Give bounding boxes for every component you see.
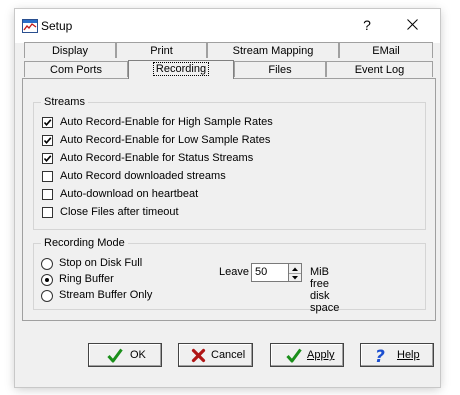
checkbox-label: Auto Record-Enable for Status Streams bbox=[60, 152, 254, 164]
checkbox-box[interactable] bbox=[42, 117, 53, 128]
cancel-button-label: Cancel bbox=[211, 349, 246, 361]
checkbox-box[interactable] bbox=[42, 171, 53, 182]
window-title: Setup bbox=[41, 19, 73, 33]
streams-group-label: Streams bbox=[41, 96, 88, 108]
tab-display[interactable]: Display bbox=[24, 42, 116, 58]
radio-label: Stream Buffer Only bbox=[59, 289, 153, 301]
checkbox-box[interactable] bbox=[42, 189, 53, 200]
leave-label: Leave bbox=[219, 266, 249, 278]
help-button[interactable]: ? Help bbox=[360, 343, 434, 367]
checkmark-icon bbox=[43, 137, 52, 145]
radio-circle[interactable] bbox=[41, 274, 53, 286]
checkbox-box[interactable] bbox=[42, 153, 53, 164]
free-space-spinner[interactable] bbox=[289, 263, 302, 282]
tab-recording-label: Recording bbox=[152, 62, 210, 76]
radio-label: Stop on Disk Full bbox=[59, 257, 143, 269]
radio-circle[interactable] bbox=[41, 290, 53, 302]
help-button-label: Help bbox=[397, 349, 420, 361]
tab-recording[interactable]: Recording bbox=[128, 60, 234, 79]
x-icon bbox=[191, 348, 206, 363]
apply-button-label: Apply bbox=[307, 349, 335, 361]
chevron-down-icon bbox=[292, 276, 298, 280]
checkmark-icon bbox=[286, 348, 302, 363]
question-icon: ? bbox=[375, 347, 385, 364]
radio-circle[interactable] bbox=[41, 258, 53, 270]
checkbox-label: Close Files after timeout bbox=[60, 206, 179, 218]
tab-com-ports[interactable]: Com Ports bbox=[24, 61, 128, 77]
free-space-unit-label: MiB free disk space bbox=[310, 266, 340, 314]
free-space-input[interactable]: 50 bbox=[251, 263, 289, 282]
cancel-button[interactable]: Cancel bbox=[178, 343, 253, 367]
checkbox-box[interactable] bbox=[42, 207, 53, 218]
checkmark-icon bbox=[43, 119, 52, 127]
title-bar[interactable]: Setup ? bbox=[15, 9, 440, 43]
ok-button[interactable]: OK bbox=[88, 343, 162, 367]
checkbox-label: Auto Record-Enable for High Sample Rates bbox=[60, 116, 273, 128]
recording-mode-group-label: Recording Mode bbox=[41, 237, 128, 249]
tab-print[interactable]: Print bbox=[116, 42, 207, 58]
checkmark-icon bbox=[107, 348, 123, 363]
tab-files[interactable]: Files bbox=[234, 61, 326, 77]
spin-down-button[interactable] bbox=[289, 273, 301, 282]
checkmark-icon bbox=[43, 155, 52, 163]
checkbox-label: Auto-download on heartbeat bbox=[60, 188, 199, 200]
radio-dot bbox=[45, 278, 49, 282]
app-icon bbox=[22, 19, 38, 33]
close-button[interactable] bbox=[397, 14, 429, 36]
checkbox-label: Auto Record-Enable for Low Sample Rates bbox=[60, 134, 271, 146]
apply-button[interactable]: Apply bbox=[270, 343, 344, 367]
svg-text:?: ? bbox=[375, 347, 385, 364]
chevron-up-icon bbox=[292, 267, 298, 271]
tab-event-log[interactable]: Event Log bbox=[326, 61, 433, 77]
tab-email[interactable]: EMail bbox=[339, 42, 433, 58]
tab-stream-mapping[interactable]: Stream Mapping bbox=[207, 42, 339, 58]
checkbox-label: Auto Record downloaded streams bbox=[60, 170, 226, 182]
checkbox-box[interactable] bbox=[42, 135, 53, 146]
close-icon bbox=[407, 19, 418, 30]
radio-label: Ring Buffer bbox=[59, 273, 114, 285]
ok-button-label: OK bbox=[130, 349, 146, 361]
help-title-button[interactable]: ? bbox=[355, 14, 379, 36]
